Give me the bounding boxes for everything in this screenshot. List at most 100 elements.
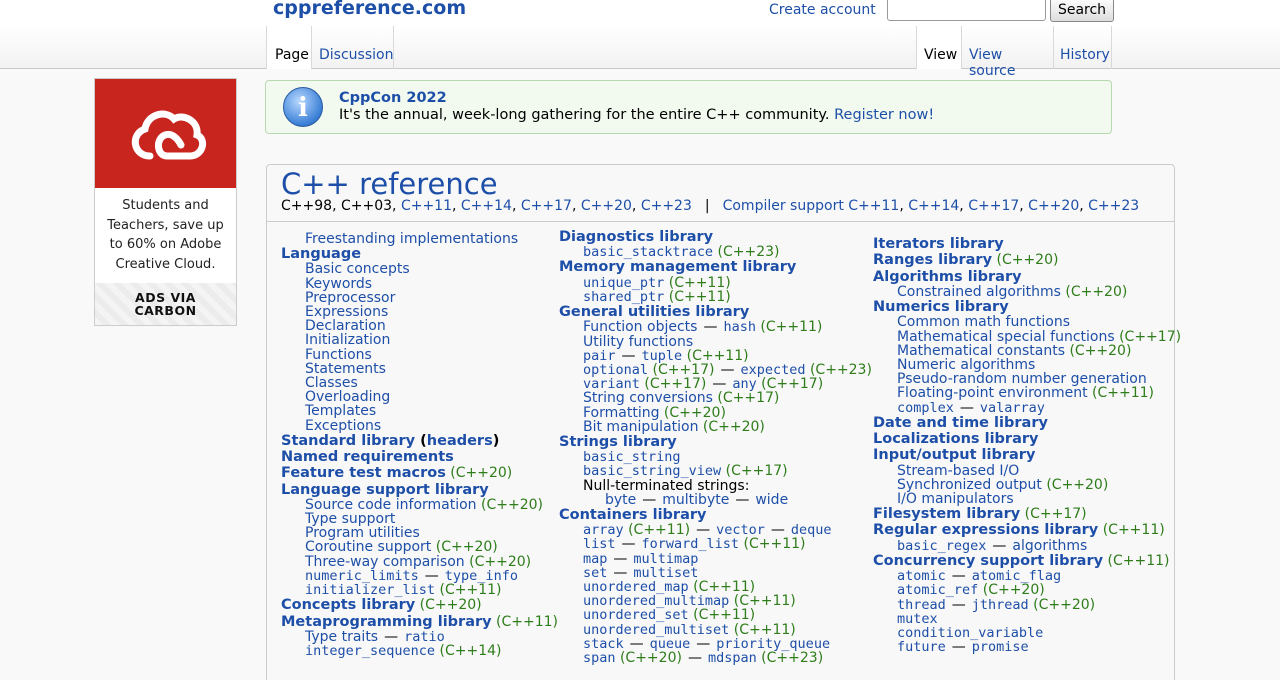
link-basic-stacktrace[interactable]: basic_stacktrace [583,244,713,260]
ad-box[interactable]: Students and Teachers, save up to 60% on… [94,78,237,326]
ads-via-carbon-label[interactable]: ADS VIA CARBON [95,283,236,325]
list-item: Functions [281,348,558,362]
link-wide[interactable]: wide [755,492,788,508]
link-feature-test-macros[interactable]: Feature test macros [281,465,446,481]
link-byte[interactable]: byte [605,492,636,508]
link-concurrency-support-library[interactable]: Concurrency support library [873,553,1103,569]
link-algorithms-library[interactable]: Algorithms library [873,269,1022,285]
link-localizations-library[interactable]: Localizations library [873,431,1038,447]
link-numerics-library[interactable]: Numerics library [873,299,1009,315]
list-item: unordered_multimap (C++11) [559,594,872,608]
search-input[interactable] [887,0,1046,21]
version-tag: (C++11) [435,582,502,599]
link-containers-library[interactable]: Containers library [559,507,706,523]
link-bit-manipulation[interactable]: Bit manipulation [583,419,698,435]
compiler-support-link[interactable]: Compiler support [723,198,849,214]
standard-link-c-17[interactable]: C++17 [521,198,572,214]
link-algorithms[interactable]: algorithms [1012,538,1087,554]
link-memory-management-library[interactable]: Memory management library [559,259,796,275]
dash-separator: — [687,649,702,666]
link-constrained-algorithms[interactable]: Constrained algorithms [897,284,1061,300]
compiler-support-c-17[interactable]: C++17 [968,198,1019,214]
standard-link-c-11[interactable]: C++11 [401,198,452,214]
link-strings-library[interactable]: Strings library [559,434,677,450]
tab-page[interactable]: Page [266,26,311,69]
tab-view[interactable]: View [916,26,961,69]
section-heading: Concurrency support library (C++11) [873,553,1181,569]
link-freestanding-implementations[interactable]: Freestanding implementations [305,231,518,247]
version-tag: (C++23) [756,649,824,666]
link-promise[interactable]: promise [972,639,1029,655]
link-complex[interactable]: complex [897,400,954,416]
list-item: Statements [281,362,558,376]
list-item: Exceptions [281,418,558,434]
link-i-o-manipulators[interactable]: I/O manipulators [897,491,1014,507]
section-heading: Filesystem library (C++17) [873,506,1181,522]
compiler-support-c-11[interactable]: C++11 [848,198,899,214]
compiler-support-c-20[interactable]: C++20 [1028,198,1079,214]
list-item: byte — multibyte — wide [559,493,872,507]
create-account-link[interactable]: Create account [769,2,876,18]
list-item: Bit manipulation (C++20) [559,420,872,434]
version-tag: (C++14) [435,643,502,660]
section-heading: Standard library (headers) [281,433,558,449]
tab-view-label: View [924,47,958,63]
link-filesystem-library[interactable]: Filesystem library [873,506,1020,522]
link-named-requirements[interactable]: Named requirements [281,449,454,465]
list-item: basic_string_view (C++17) [559,464,872,478]
comma: , [332,198,341,214]
link-headers[interactable]: headers [427,433,493,449]
tab-view-source[interactable]: View source [961,26,1053,79]
standard-link-c-14[interactable]: C++14 [461,198,512,214]
link-metaprogramming-library[interactable]: Metaprogramming library [281,614,492,630]
search-button[interactable]: Search [1050,0,1114,22]
link-concepts-library[interactable]: Concepts library [281,597,415,613]
standard-link-c-23[interactable]: C++23 [641,198,692,214]
dash-separator: — [951,639,966,656]
list-item: Function objects — hash (C++11) [559,320,872,334]
link-diagnostics-library[interactable]: Diagnostics library [559,229,713,245]
ad-text[interactable]: Students and Teachers, save up to 60% on… [99,196,232,274]
link-standard-library[interactable]: Standard library [281,433,415,449]
link-jthread[interactable]: jthread [972,597,1029,613]
adobe-creative-cloud-logo[interactable] [95,79,236,188]
link-basic-regex[interactable]: basic_regex [897,538,986,554]
standard-link-c-20[interactable]: C++20 [581,198,632,214]
link-initializer-list[interactable]: initializer_list [305,582,435,598]
link-date-and-time-library[interactable]: Date and time library [873,415,1048,431]
site-title-link[interactable]: cppreference.com [273,0,466,19]
link-exceptions[interactable]: Exceptions [305,418,381,434]
link-future[interactable]: future [897,639,946,655]
link-input-output-library[interactable]: Input/output library [873,447,1035,463]
list-item: Program utilities [281,526,558,540]
link-language-support-library[interactable]: Language support library [281,482,489,498]
link-regular-expressions-library[interactable]: Regular expressions library [873,522,1098,538]
list-item: condition_variable [873,626,1181,640]
comma: , [392,198,401,214]
list-item: Declaration [281,319,558,333]
tab-discussion[interactable]: Discussion [311,26,394,69]
link-valarray[interactable]: valarray [980,400,1045,416]
compiler-support-c-23[interactable]: C++23 [1088,198,1139,214]
version-tag: (C++11) [1087,385,1155,402]
link-mdspan[interactable]: mdspan [708,650,757,666]
link-integer-sequence[interactable]: integer_sequence [305,643,435,659]
link-ranges-library[interactable]: Ranges library [873,252,992,268]
list-item: Common math functions [873,315,1181,329]
link-general-utilities-library[interactable]: General utilities library [559,304,749,320]
compiler-support-c-14[interactable]: C++14 [908,198,959,214]
comma: , [452,198,461,214]
link-iterators-library[interactable]: Iterators library [873,236,1004,252]
standard-c-03: C++03 [340,198,393,214]
section-heading: Iterators library [873,236,1181,252]
list-item: atomic — atomic_flag [873,569,1181,583]
version-tag: (C++20) [1060,283,1128,300]
link-language[interactable]: Language [281,246,361,262]
register-now-link[interactable]: Register now! [834,107,934,123]
list-item: pair — tuple (C++11) [559,349,872,363]
link-span[interactable]: span [583,650,616,666]
link-multibyte[interactable]: multibyte [662,492,729,508]
link-shared-ptr[interactable]: shared_ptr [583,289,664,305]
link-hash[interactable]: hash [723,319,756,335]
tab-history[interactable]: History [1053,26,1112,69]
